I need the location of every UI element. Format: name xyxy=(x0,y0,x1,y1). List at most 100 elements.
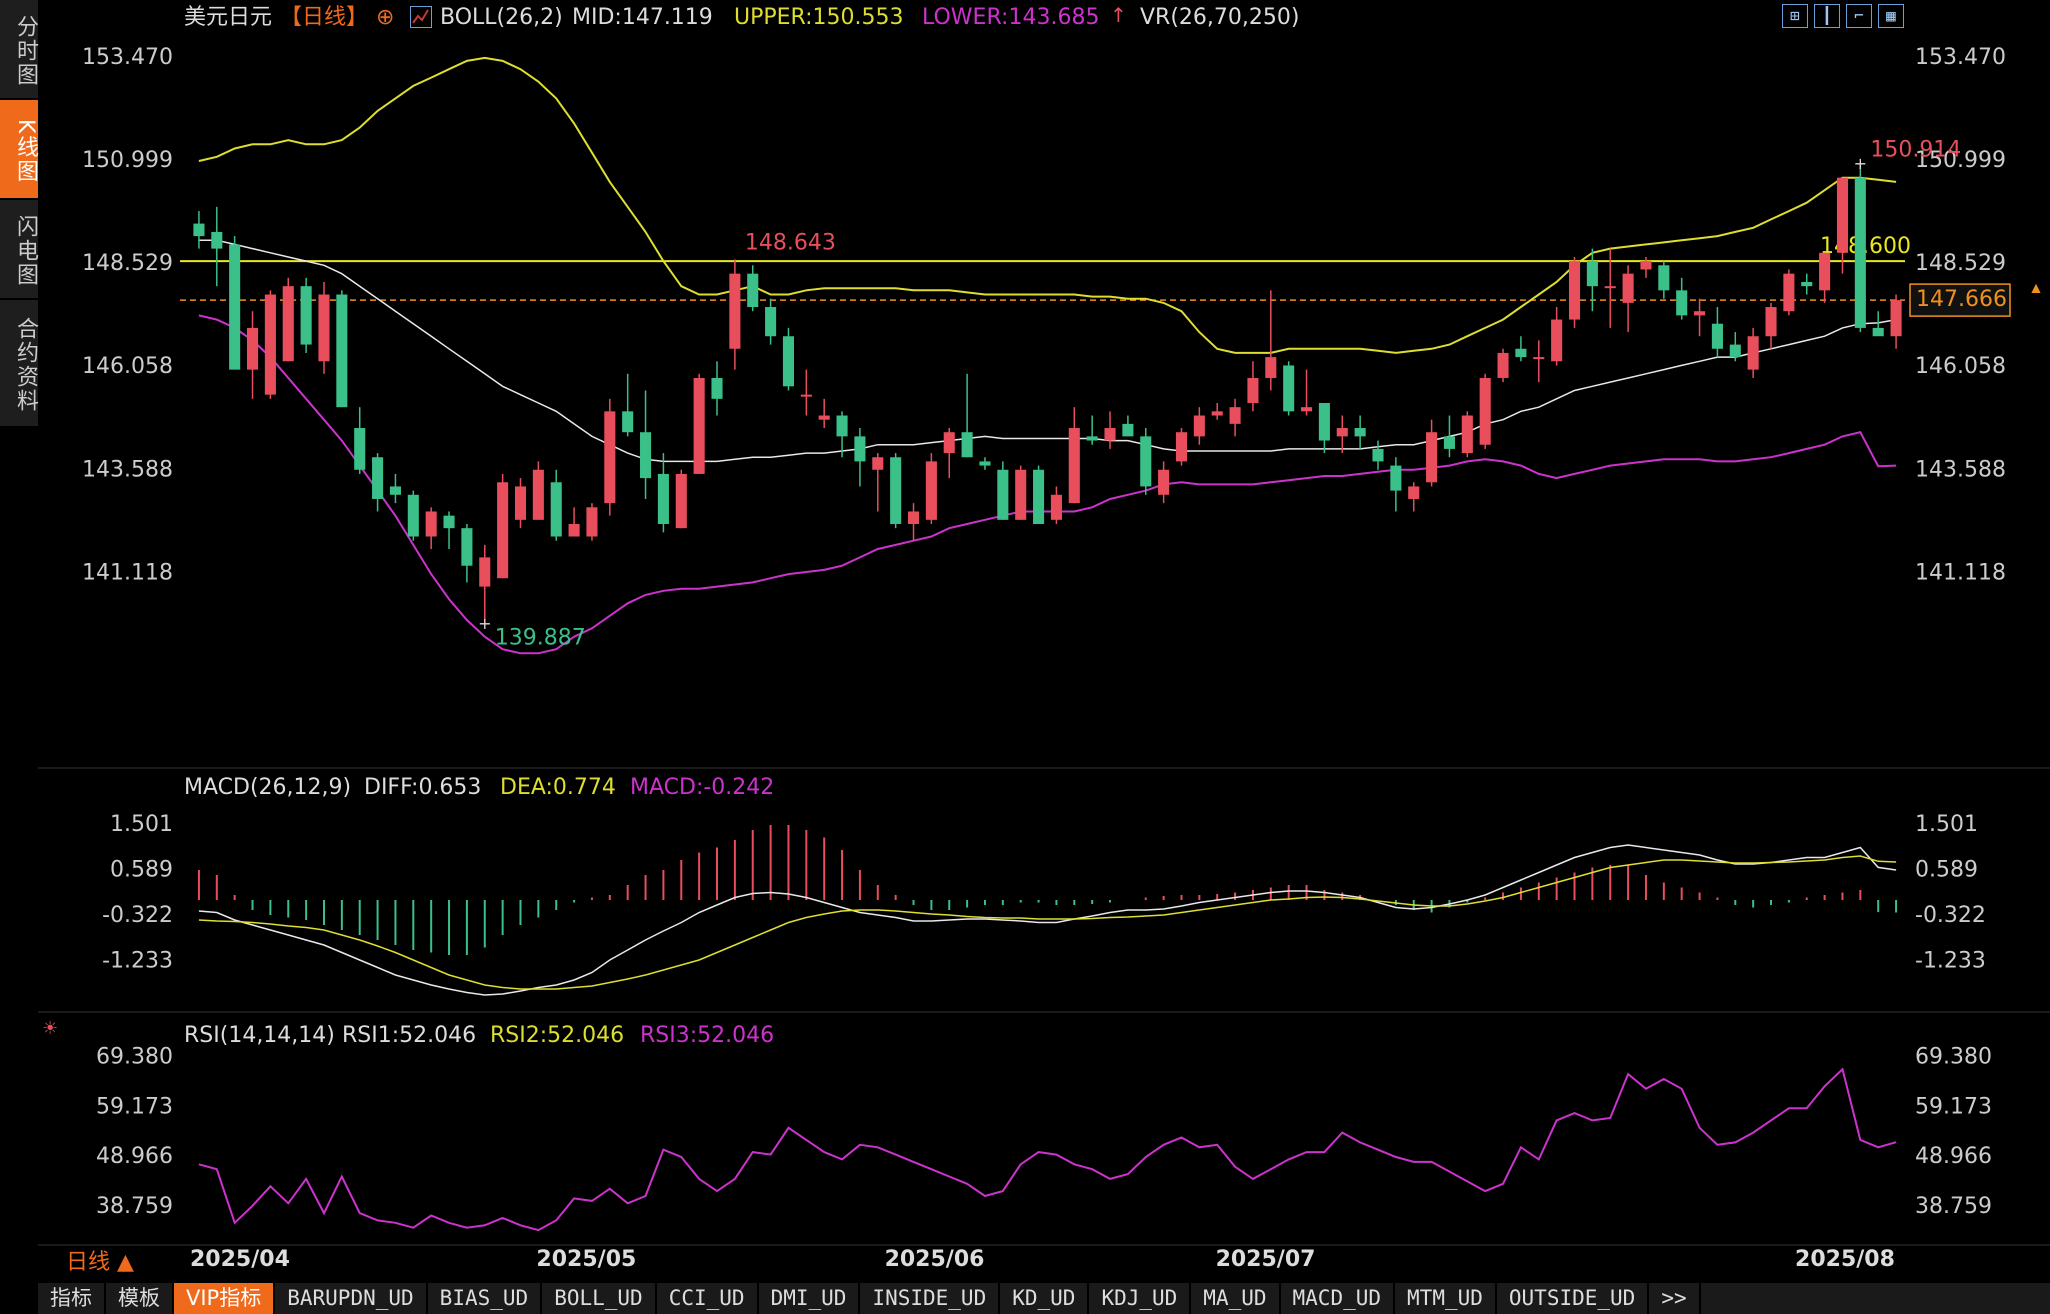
candle-body xyxy=(193,223,205,237)
indicator-tab[interactable]: INSIDE_UD xyxy=(860,1283,1001,1314)
indicator-tab-bar: 指标 模板 VIP指标 BARUPDN_UD BIAS_UD BOLL_UD CCI_UD D… xyxy=(38,1283,2050,1314)
candle-body xyxy=(1568,261,1581,320)
tab-kline[interactable]: K线图 xyxy=(0,100,38,200)
tab-label: 分时图 xyxy=(13,15,38,87)
candle-body xyxy=(1604,286,1616,289)
rsi-y-tick-right: 38.759 xyxy=(1915,1194,1992,1219)
candle-body xyxy=(622,411,634,433)
candle-body xyxy=(657,473,669,524)
low-marker: + xyxy=(478,614,491,633)
candle-body xyxy=(640,432,652,479)
indicator-tab[interactable]: >> xyxy=(1649,1283,1701,1314)
indicator-tab[interactable]: DMI_UD xyxy=(758,1283,861,1314)
candle-body xyxy=(318,294,330,362)
period-tag[interactable]: 【日线】 xyxy=(280,5,368,31)
indicator-tab[interactable]: BARUPDN_UD xyxy=(275,1283,428,1314)
chart-layout-icon[interactable]: ⊞ xyxy=(1782,4,1808,28)
candle-body xyxy=(1443,436,1455,449)
candle-body xyxy=(890,457,902,524)
candle-body xyxy=(1354,428,1366,437)
indicator-tab[interactable]: MACD_UD xyxy=(1280,1283,1396,1314)
tab-contract-info[interactable]: 合约资料 xyxy=(0,300,38,428)
current-price-marker: ▲ xyxy=(2031,281,2041,295)
candle-body xyxy=(1175,432,1188,462)
candle-body xyxy=(872,457,884,470)
rsi-y-tick-right: 48.966 xyxy=(1915,1144,1992,1169)
candle-body xyxy=(1836,177,1849,253)
candle-body xyxy=(1318,403,1330,441)
candle-body xyxy=(1158,469,1170,495)
indicator-tab[interactable]: CCI_UD xyxy=(656,1283,759,1314)
indicator-tab[interactable]: 模板 xyxy=(106,1283,174,1314)
kline-chart-window: { "sidebar": { "tabs": [ {"label": "分时图"… xyxy=(0,0,2050,1314)
y-tick-label-right: 153.470 xyxy=(1915,45,2006,70)
tab-flash-chart[interactable]: 闪电图 xyxy=(0,200,38,300)
candle-body xyxy=(389,486,401,495)
candle-body xyxy=(354,428,366,470)
candle-body xyxy=(1336,428,1348,437)
chart-settings-icon[interactable]: ▦ xyxy=(1878,4,1904,28)
candle-body xyxy=(925,461,937,520)
indicator-tab[interactable]: KD_UD xyxy=(1000,1283,1090,1314)
candle-body xyxy=(747,273,759,308)
candle-body xyxy=(425,511,437,537)
indicator-tab[interactable]: BIAS_UD xyxy=(427,1283,543,1314)
sun-icon[interactable]: ☀ xyxy=(42,1016,58,1042)
x-axis-label: 2025/05 xyxy=(536,1247,636,1272)
y-tick-label-right: 148.529 xyxy=(1915,251,2006,276)
indicator-tab[interactable]: 指标 xyxy=(38,1283,106,1314)
macd-y-tick-right: -0.322 xyxy=(1915,903,1986,928)
rsi-title: RSI(14,14,14) xyxy=(184,1023,335,1048)
indicator-tab[interactable]: VIP指标 xyxy=(174,1283,276,1314)
rsi-y-tick-right: 69.380 xyxy=(1915,1045,1992,1070)
candle-body xyxy=(765,307,777,337)
candle-body xyxy=(1193,415,1205,437)
candle-body xyxy=(711,377,723,399)
candle-body xyxy=(282,286,294,362)
circled-plus-icon[interactable]: ⊕ xyxy=(376,5,394,31)
line-chart-icon[interactable]: ⌐ xyxy=(1846,4,1872,28)
candle-chart-icon[interactable]: ┃ xyxy=(1814,4,1840,28)
indicator-tab[interactable]: OUTSIDE_UD xyxy=(1496,1283,1650,1314)
candle-body xyxy=(1747,336,1759,370)
candle-body xyxy=(1265,357,1277,378)
candle-body xyxy=(246,327,259,370)
candle-body xyxy=(532,469,544,520)
swing-high-annotation: 148.643 xyxy=(745,230,836,255)
candle-body xyxy=(1783,273,1795,312)
view-sidebar: 分时图 K线图 闪电图 合约资料 xyxy=(0,0,38,430)
rsi1-value: RSI1:52.046 xyxy=(342,1023,477,1048)
candle-body xyxy=(1729,344,1741,358)
y-tick-label: 141.118 xyxy=(82,560,173,585)
indicator-tab[interactable]: MA_UD xyxy=(1191,1283,1281,1314)
chart-canvas[interactable]: 153.470 153.470150.999 150.999148.529 148.5… xyxy=(0,0,2050,1314)
candle-body xyxy=(604,411,616,504)
candle-body xyxy=(1622,273,1634,303)
candle-body xyxy=(1247,377,1259,403)
macd-y-tick: 1.501 xyxy=(110,812,173,837)
candle-body xyxy=(836,415,848,437)
rsi2-value: RSI2:52.046 xyxy=(490,1023,625,1048)
indicator-tab[interactable]: KDJ_UD xyxy=(1089,1283,1192,1314)
tab-label: 合约资料 xyxy=(13,317,38,413)
macd-y-tick-right: 0.589 xyxy=(1915,858,1978,883)
x-axis-label: 2025/06 xyxy=(885,1247,985,1272)
candle-body xyxy=(550,482,562,537)
candle-body xyxy=(407,494,419,537)
indicator-tab[interactable]: BOLL_UD xyxy=(542,1283,657,1314)
candle-body xyxy=(818,415,830,420)
y-tick-label-right: 143.588 xyxy=(1915,457,2006,482)
period-selector[interactable]: 日线 ▲ xyxy=(66,1250,134,1276)
candle-body xyxy=(1068,428,1080,504)
boll-mid-line xyxy=(198,239,1897,463)
candle-body xyxy=(1694,311,1706,316)
tab-time-sharing[interactable]: 分时图 xyxy=(0,0,38,100)
boll-label: BOLL(26,2) xyxy=(440,5,563,30)
candle-body xyxy=(372,457,384,499)
x-axis-label: 2025/07 xyxy=(1216,1247,1316,1272)
candle-body xyxy=(1122,423,1134,437)
boll-lower-value: LOWER:143.685 xyxy=(922,5,1100,30)
indicator-tab[interactable]: MTM_UD xyxy=(1395,1283,1497,1314)
indicator-chart-icon[interactable] xyxy=(410,6,432,28)
y-tick-label-right: 146.058 xyxy=(1915,354,2006,379)
